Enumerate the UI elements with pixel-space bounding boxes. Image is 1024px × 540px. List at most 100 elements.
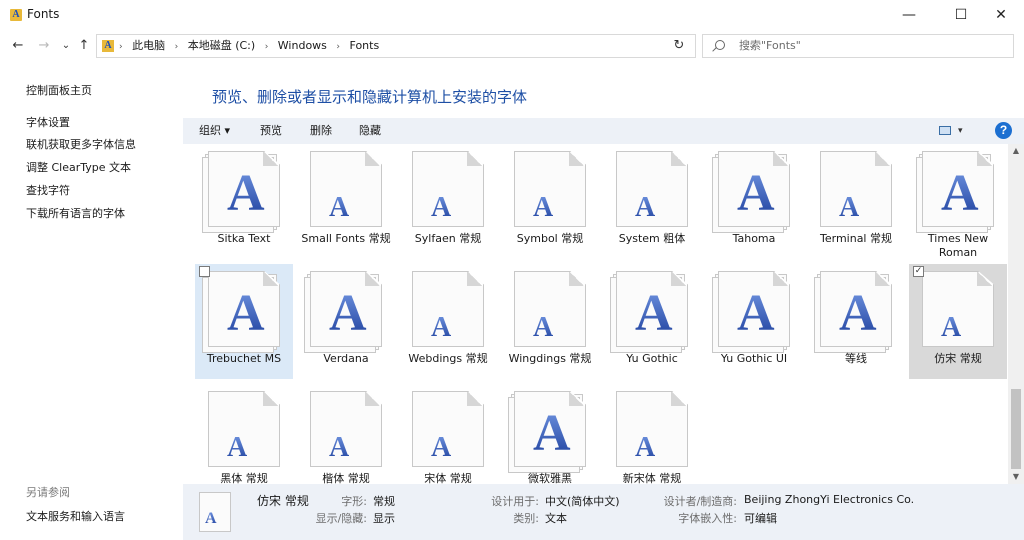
font-file-icon: A — [412, 271, 484, 347]
breadcrumb-local-disk[interactable]: 本地磁盘 (C:) — [188, 39, 255, 52]
change-view-icon[interactable] — [939, 126, 951, 135]
refresh-icon[interactable]: ↻ — [671, 36, 687, 56]
font-file-icon: A — [208, 271, 280, 347]
back-arrow-icon[interactable]: ← — [10, 36, 26, 56]
font-item[interactable]: A Sylfaen 常规 — [399, 144, 497, 259]
delete-button[interactable]: 删除 — [310, 118, 332, 144]
font-item[interactable]: A Yu Gothic UI — [705, 264, 803, 379]
recent-locations-chevron-icon[interactable]: ⌄ — [58, 36, 74, 56]
chevron-right-icon[interactable]: › — [265, 42, 269, 52]
font-file-icon: A — [820, 151, 892, 227]
details-embeddability-value: 可编辑 — [744, 512, 777, 525]
scrollbar-thumb[interactable] — [1011, 389, 1021, 469]
font-item[interactable]: A Terminal 常规 — [807, 144, 905, 259]
font-glyph-icon: A — [227, 432, 248, 463]
font-item[interactable]: A 楷体 常规 — [297, 384, 395, 484]
font-item[interactable]: A Wingdings 常规 — [501, 264, 599, 379]
organize-button[interactable]: 组织 ▾ — [199, 118, 230, 144]
font-file-icon: A — [514, 391, 586, 467]
font-item[interactable]: A Symbol 常规 — [501, 144, 599, 259]
chevron-right-icon[interactable]: › — [119, 42, 123, 52]
font-item[interactable]: A 宋体 常规 — [399, 384, 497, 484]
font-item-label: System 粗体 — [618, 232, 686, 245]
search-icon — [715, 40, 725, 50]
font-glyph-icon: A — [329, 432, 350, 463]
breadcrumb-windows[interactable]: Windows — [278, 39, 327, 52]
font-item-label: 新宋体 常规 — [622, 472, 682, 484]
text-services-link[interactable]: 文本服务和输入语言 — [26, 508, 125, 524]
font-item-label: 微软雅黑 — [528, 472, 572, 484]
font-item[interactable]: A ✓ 仿宋 常规 — [909, 264, 1007, 379]
vertical-scrollbar[interactable]: ▲ ▼ — [1008, 144, 1024, 484]
scroll-up-arrow-icon[interactable]: ▲ — [1008, 144, 1024, 158]
details-visibility-value: 显示 — [373, 512, 395, 525]
font-item-label: 宋体 常规 — [424, 472, 472, 484]
up-arrow-icon[interactable]: ↑ — [76, 36, 92, 56]
breadcrumb-this-pc[interactable]: 此电脑 — [132, 39, 165, 52]
font-item-label: Wingdings 常规 — [508, 352, 592, 365]
font-item[interactable]: A Verdana — [297, 264, 395, 379]
font-item[interactable]: A Times New Roman — [909, 144, 1007, 259]
minimize-button[interactable]: — — [886, 0, 932, 30]
font-file-icon: A — [310, 391, 382, 467]
font-settings-link[interactable]: 字体设置 — [26, 114, 70, 130]
font-item-label: Sitka Text — [217, 232, 271, 245]
close-button[interactable]: ✕ — [978, 0, 1024, 30]
font-glyph-icon: A — [431, 312, 452, 343]
font-glyph-icon: A — [635, 285, 673, 342]
breadcrumb-fonts[interactable]: Fonts — [350, 39, 380, 52]
download-all-language-fonts-link[interactable]: 下载所有语言的字体 — [26, 205, 125, 221]
forward-arrow-icon[interactable]: → — [36, 36, 52, 56]
font-file-icon: A — [514, 151, 586, 227]
search-input[interactable]: 搜索"Fonts" — [702, 34, 1014, 58]
adjust-cleartype-link[interactable]: 调整 ClearType 文本 — [26, 159, 131, 175]
font-glyph-icon: A — [941, 312, 962, 343]
font-item[interactable]: A Trebuchet MS — [195, 264, 293, 379]
font-item-label: Yu Gothic UI — [720, 352, 788, 365]
font-file-icon: A — [208, 391, 280, 467]
chevron-right-icon[interactable]: › — [175, 42, 179, 52]
details-category-value: 文本 — [545, 512, 567, 525]
details-designed-for-value: 中文(简体中文) — [545, 495, 620, 508]
font-item-label: Small Fonts 常规 — [301, 232, 391, 245]
chevron-right-icon[interactable]: › — [336, 42, 340, 52]
font-file-icon: A — [922, 151, 994, 227]
selection-checkbox[interactable]: ✓ — [913, 266, 924, 277]
help-icon[interactable]: ? — [995, 122, 1012, 139]
font-item[interactable]: A Yu Gothic — [603, 264, 701, 379]
font-file-icon: A — [412, 391, 484, 467]
font-file-icon: A — [616, 271, 688, 347]
font-item[interactable]: A 新宋体 常规 — [603, 384, 701, 484]
font-glyph-icon: A — [839, 192, 860, 223]
font-item[interactable]: A Webdings 常规 — [399, 264, 497, 379]
scroll-down-arrow-icon[interactable]: ▼ — [1008, 470, 1024, 484]
selection-checkbox[interactable] — [199, 266, 210, 277]
details-style-label: 字形: — [341, 495, 367, 508]
font-item-label: Tahoma — [732, 232, 776, 245]
font-item[interactable]: A Tahoma — [705, 144, 803, 259]
fonts-folder-icon: A — [102, 40, 114, 52]
find-character-link[interactable]: 查找字符 — [26, 182, 70, 198]
font-item[interactable]: A Sitka Text — [195, 144, 293, 259]
get-more-font-info-link[interactable]: 联机获取更多字体信息 — [26, 136, 136, 152]
font-preview-thumbnail: A — [199, 492, 231, 532]
details-designer-value: Beijing ZhongYi Electronics Co. — [744, 493, 915, 506]
font-item[interactable]: A Small Fonts 常规 — [297, 144, 395, 259]
font-glyph-icon: A — [431, 192, 452, 223]
font-glyph-icon: A — [533, 405, 571, 462]
font-item-label: 黑体 常规 — [220, 472, 268, 484]
font-item-label: 等线 — [845, 352, 867, 365]
font-item[interactable]: A 黑体 常规 — [195, 384, 293, 484]
font-item[interactable]: A 等线 — [807, 264, 905, 379]
font-glyph-icon: A — [205, 510, 217, 527]
view-options-chevron-icon[interactable]: ▾ — [958, 118, 963, 144]
preview-button[interactable]: 预览 — [260, 118, 282, 144]
font-glyph-icon: A — [737, 285, 775, 342]
search-placeholder: 搜索"Fonts" — [739, 39, 801, 52]
font-item[interactable]: A System 粗体 — [603, 144, 701, 259]
font-item[interactable]: A 微软雅黑 — [501, 384, 599, 484]
control-panel-home-link[interactable]: 控制面板主页 — [26, 82, 92, 98]
font-item-label: Trebuchet MS — [206, 352, 282, 365]
address-bar[interactable]: A › 此电脑 › 本地磁盘 (C:) › Windows › Fonts ⌄ — [96, 34, 756, 58]
hide-button[interactable]: 隐藏 — [359, 118, 381, 144]
